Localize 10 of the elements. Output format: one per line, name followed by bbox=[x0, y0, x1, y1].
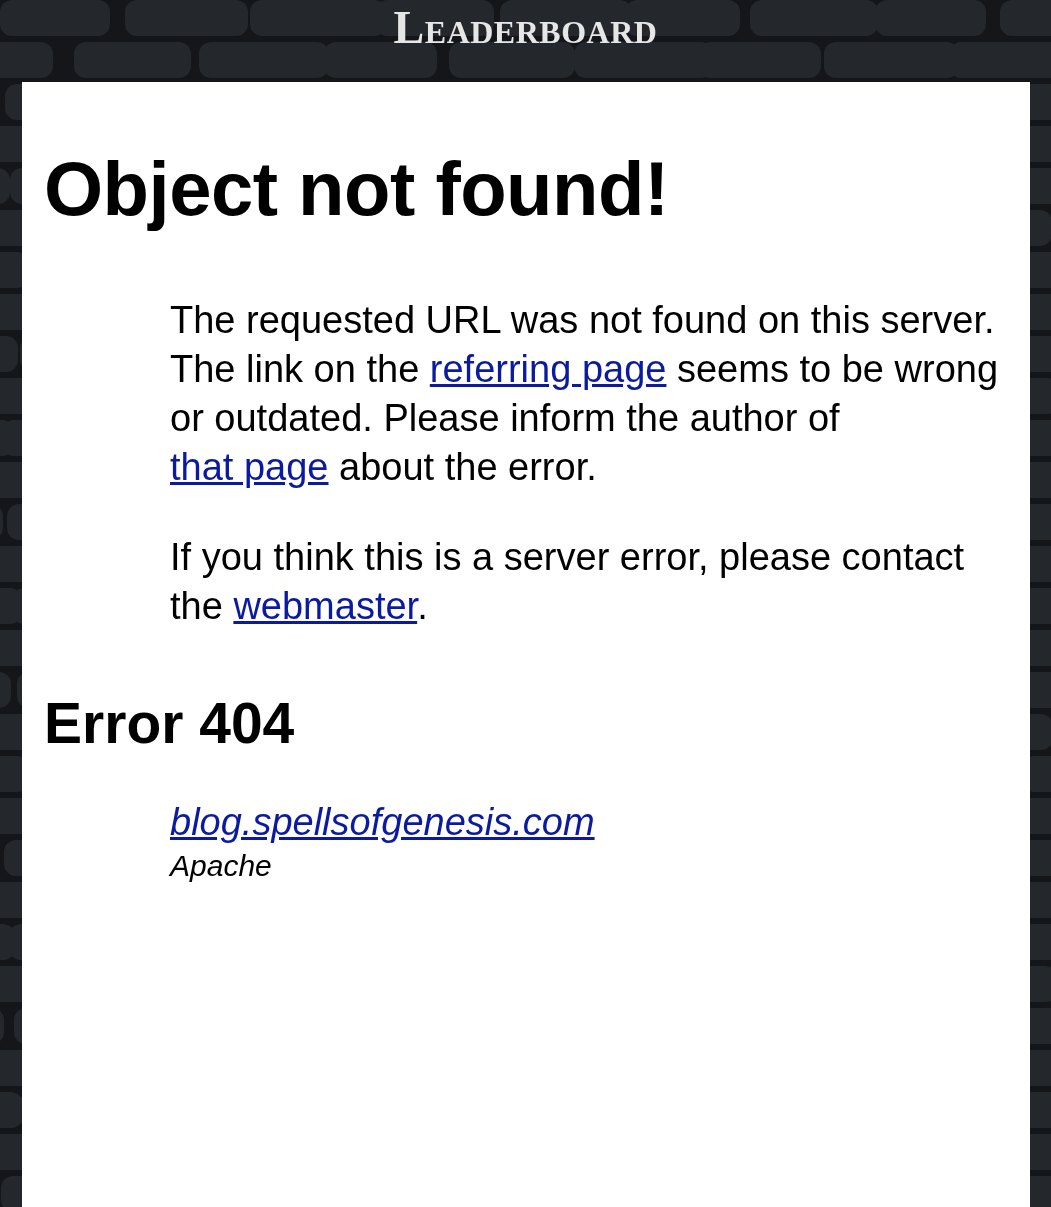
error-message: If you think this is a server error, please contact the webmaster. bbox=[170, 535, 966, 629]
link[interactable]: that page bbox=[170, 446, 329, 488]
link[interactable]: webmaster bbox=[233, 585, 418, 627]
link[interactable]: referring page bbox=[429, 348, 667, 390]
error-code: Error 404 bbox=[44, 690, 296, 757]
server-name: Apache bbox=[170, 848, 272, 884]
error-message: The requested URL was not found on this server. The link on the referring page seems to be wrong or outdated. Please inform the author of that page about the error. bbox=[170, 298, 1000, 490]
site-link[interactable]: blog.spellsofgenesis.com bbox=[170, 798, 595, 846]
page-title: Leaderboard bbox=[393, 2, 658, 54]
error-title: Object not found! bbox=[44, 145, 670, 233]
